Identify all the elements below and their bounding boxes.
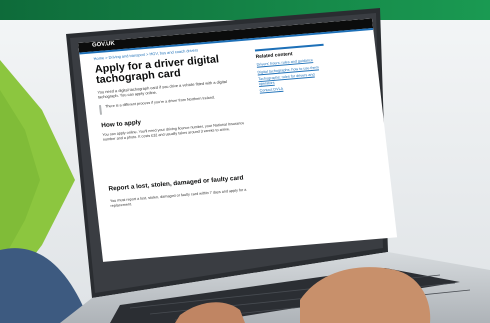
how-to-apply-heading: How to apply — [100, 119, 142, 130]
laptop-screen: GOV.UK Home > Driving and transport > HG… — [78, 18, 398, 262]
related-content-sidebar: Related content Drivers' hours: rules an… — [254, 43, 329, 97]
green-banner — [0, 0, 490, 20]
gov-logo[interactable]: GOV.UK — [92, 41, 115, 49]
